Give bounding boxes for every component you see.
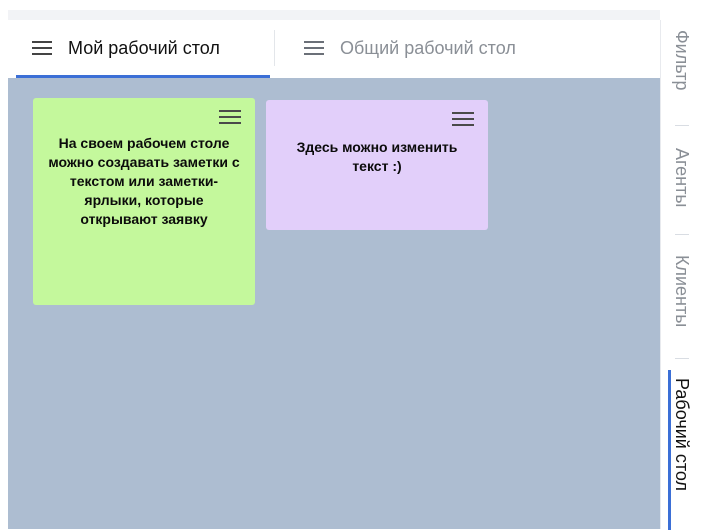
right-sidebar: Фильтр Агенты Клиенты Рабочий стол [660,20,701,530]
hamburger-menu-icon [304,41,324,55]
sidebar-tab-filter[interactable]: Фильтр [661,30,701,122]
note-text: На своем рабочем столе можно создавать з… [48,135,240,227]
tab-my-desk-label: Мой рабочий стол [68,37,220,58]
sidebar-tab-desktop-label: Рабочий стол [672,378,692,491]
hamburger-menu-icon [32,41,52,55]
note-text: Здесь можно изменить текст :) [296,139,458,174]
note-card[interactable]: Здесь можно изменить текст :) [266,100,488,230]
tab-my-desk[interactable]: Мой рабочий стол [16,20,270,78]
top-strip [0,0,701,10]
sidebar-separator [675,125,689,126]
sidebar-separator [675,234,689,235]
sidebar-tab-clients-label: Клиенты [672,255,692,328]
desktop-board: На своем рабочем столе можно создавать з… [8,78,660,529]
tab-shared-desk[interactable]: Общий рабочий стол [292,20,592,76]
note-card[interactable]: На своем рабочем столе можно создавать з… [33,98,255,305]
sidebar-tab-filter-label: Фильтр [672,30,692,91]
sidebar-tab-agents-label: Агенты [672,148,692,208]
desk-tab-bar: Мой рабочий стол Общий рабочий стол [8,20,660,79]
sidebar-tab-clients[interactable]: Клиенты [661,255,701,355]
note-menu-icon[interactable] [452,112,474,126]
sidebar-tab-desktop[interactable]: Рабочий стол [661,378,701,528]
sidebar-separator [675,358,689,359]
top-border [8,10,660,20]
tab-divider [274,30,275,66]
sidebar-tab-agents[interactable]: Агенты [661,148,701,240]
tab-shared-desk-label: Общий рабочий стол [340,37,516,58]
note-menu-icon[interactable] [219,110,241,124]
